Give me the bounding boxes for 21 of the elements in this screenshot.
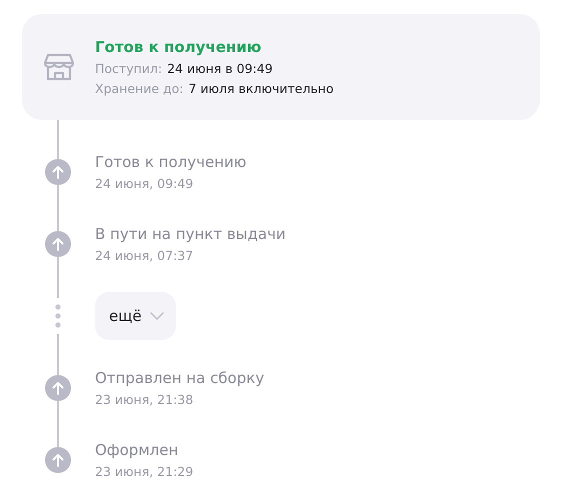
event-time: 23 июня, 21:29 xyxy=(95,464,194,479)
arrow-up-icon xyxy=(45,231,71,257)
arrow-up-icon xyxy=(45,447,71,473)
event-title: Отправлен на сборку xyxy=(95,369,264,387)
more-button[interactable]: ещё xyxy=(95,292,176,340)
event-time: 23 июня, 21:38 xyxy=(95,392,194,407)
received-label: Поступил: xyxy=(95,61,162,76)
storage-label: Хранение до: xyxy=(95,81,184,96)
arrow-up-icon xyxy=(45,375,71,401)
received-value: 24 июня в 09:49 xyxy=(167,61,273,76)
event-time: 24 июня, 09:49 xyxy=(95,176,194,191)
event-title: В пути на пункт выдачи xyxy=(95,225,286,243)
chevron-down-icon xyxy=(150,312,164,320)
event-title: Готов к получению xyxy=(95,153,246,171)
store-icon xyxy=(44,53,74,81)
status-title: Готов к получению xyxy=(95,38,262,56)
arrow-up-icon xyxy=(45,159,71,185)
storage-value: 7 июля включительно xyxy=(188,81,334,96)
vertical-dots-icon xyxy=(55,304,61,328)
event-title: Оформлен xyxy=(95,441,180,459)
event-time: 24 июня, 07:37 xyxy=(95,248,194,263)
